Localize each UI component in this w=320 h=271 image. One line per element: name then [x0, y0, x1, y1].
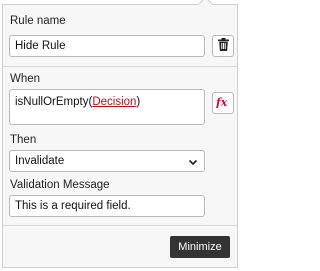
then-action-select[interactable]: Invalidate	[9, 150, 205, 172]
decision-field-link[interactable]: Decision	[92, 96, 136, 108]
rule-name-label: Rule name	[10, 15, 66, 27]
expression-close: )	[136, 96, 141, 108]
fx-icon: fx	[215, 96, 230, 111]
section-divider	[3, 66, 237, 67]
expression-function: isNullOrEmpty(	[15, 96, 93, 108]
rule-name-input[interactable]: Hide Rule	[9, 35, 205, 57]
minimize-button[interactable]: Minimize	[170, 236, 230, 258]
validation-message-label: Validation Message	[10, 179, 110, 191]
chevron-down-icon	[188, 154, 198, 171]
function-editor-button[interactable]: fx	[212, 92, 234, 114]
delete-rule-button[interactable]	[212, 35, 234, 57]
when-expression-field[interactable]: isNullOrEmpty(Decision)	[9, 89, 205, 125]
validation-message-input[interactable]: This is a required field.	[9, 195, 205, 217]
when-label: When	[10, 73, 41, 85]
footer-divider	[3, 225, 237, 226]
then-selected-value: Invalidate	[15, 155, 65, 167]
rule-editor-popover: Rule name Hide Rule When isNullOrEmpty(D…	[2, 0, 238, 268]
then-label: Then	[10, 134, 37, 146]
popover-arrow	[197, 0, 214, 13]
trash-icon	[217, 38, 229, 54]
svg-text:fx: fx	[216, 96, 228, 108]
